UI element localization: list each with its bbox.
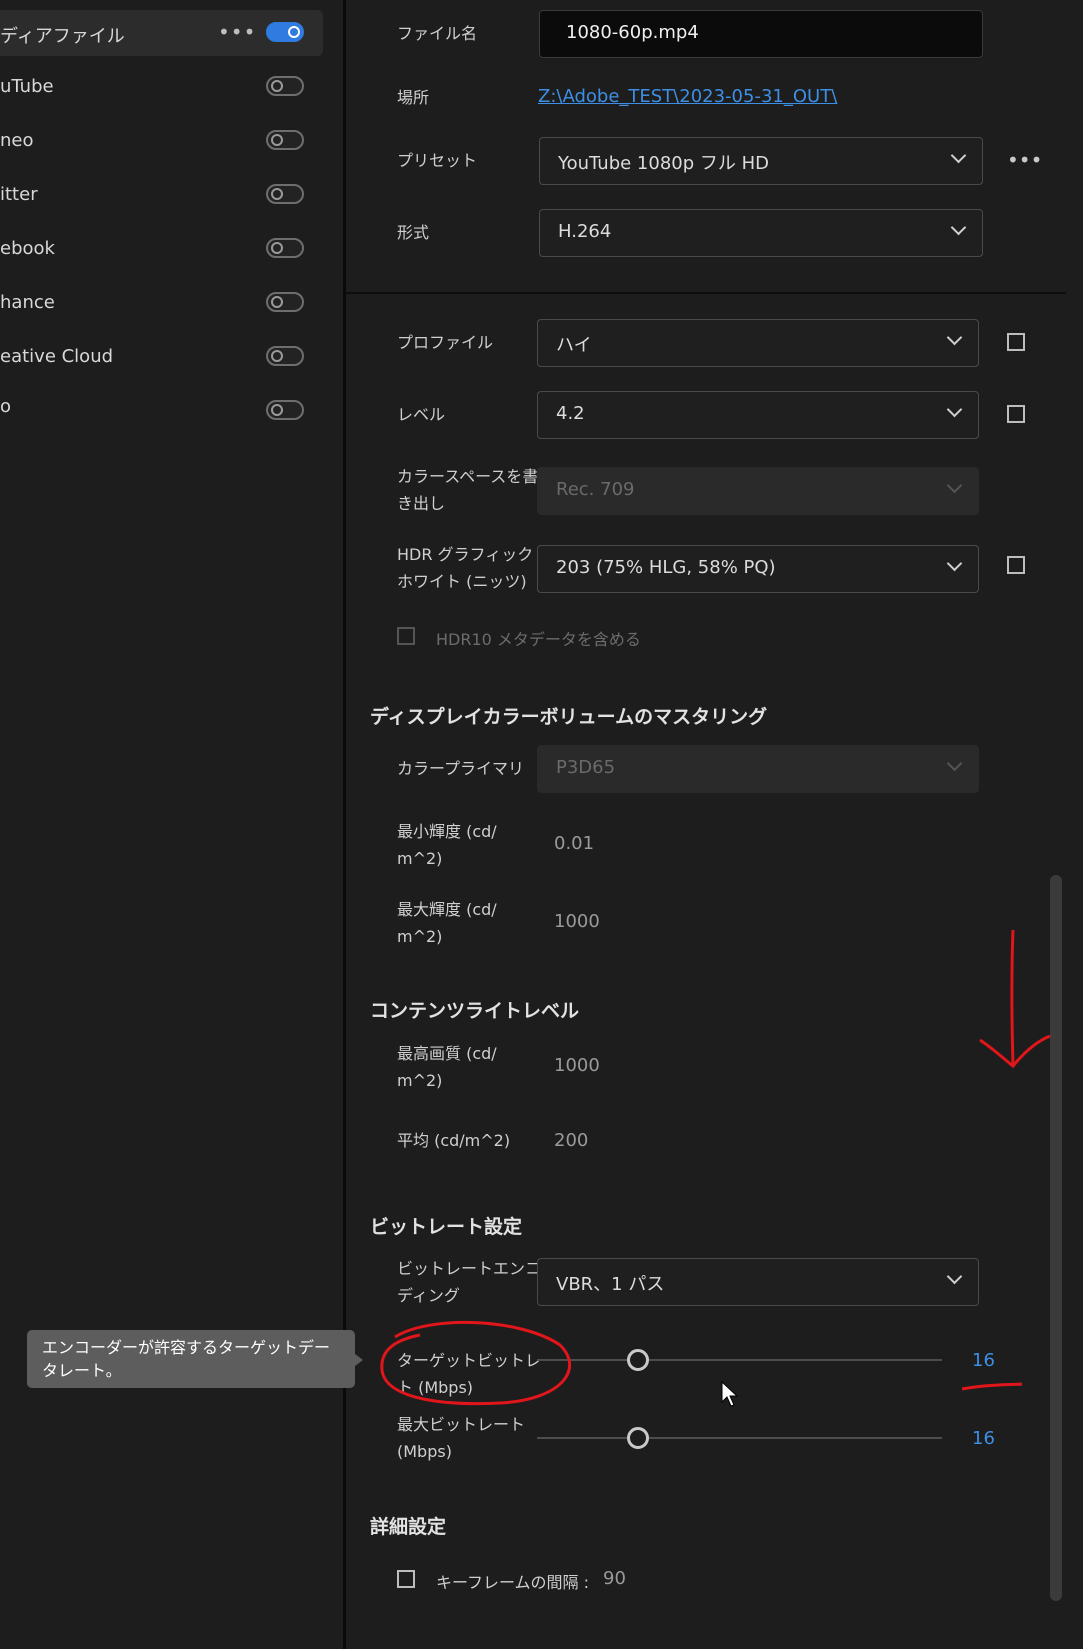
annotation-overlay <box>380 929 1051 1406</box>
annotation-ellipse <box>380 1320 572 1406</box>
mouse-cursor-icon <box>721 1380 739 1407</box>
annotation-underline <box>961 1382 1023 1391</box>
annotation-arrow-shaft <box>1010 929 1015 1066</box>
annotation-arrow-head <box>979 1034 1051 1069</box>
